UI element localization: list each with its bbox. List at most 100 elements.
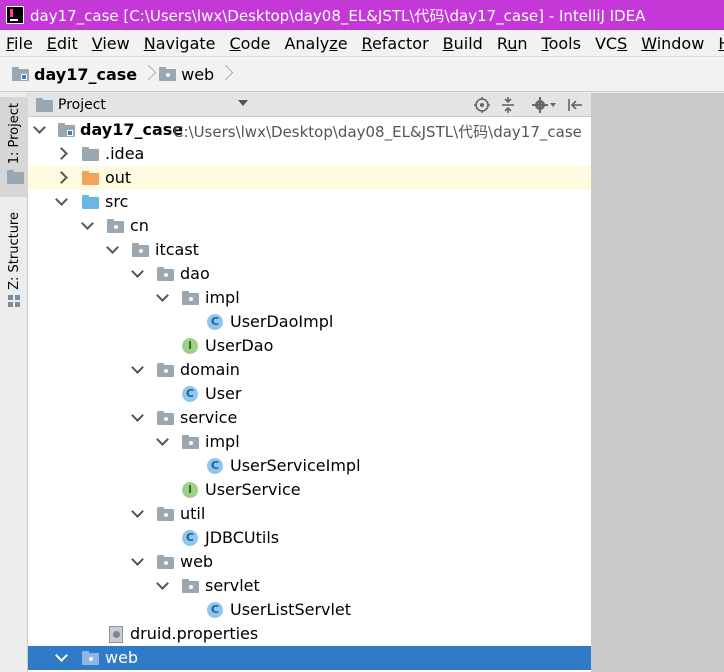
interface-icon: I: [182, 482, 198, 498]
tree-row[interactable]: C JDBCUtils: [28, 526, 591, 550]
package-icon: [157, 507, 174, 521]
chevron-down-icon[interactable]: [55, 649, 68, 662]
project-tree: day17_case C:\Users\lwx\Desktop\day08_EL…: [28, 118, 591, 670]
menu-help[interactable]: Help: [711, 34, 724, 53]
package-icon: [157, 363, 174, 377]
menu-refactor[interactable]: Refactor: [355, 34, 436, 53]
menu-build[interactable]: Build: [436, 34, 490, 53]
folder-icon: [159, 67, 177, 81]
chevron-down-icon[interactable]: [81, 217, 94, 230]
package-icon: [107, 219, 124, 233]
tree-row[interactable]: servlet: [28, 574, 591, 598]
tab-project[interactable]: 1: Project: [0, 97, 28, 197]
window-title: day17_case [C:\Users\lwx\Desktop\day08_E…: [30, 6, 646, 25]
breadcrumb-web[interactable]: web: [153, 65, 214, 84]
chevron-down-icon[interactable]: [156, 289, 169, 302]
breadcrumb: day17_case web: [0, 56, 724, 92]
module-folder-icon: [12, 67, 29, 81]
tree-row[interactable]: cn: [28, 214, 591, 238]
menu-code[interactable]: Code: [223, 34, 278, 53]
tree-row[interactable]: dao: [28, 262, 591, 286]
chevron-down-icon[interactable]: [156, 577, 169, 590]
tree-row[interactable]: C UserDaoImpl: [28, 310, 591, 334]
chevron-down-icon[interactable]: [131, 553, 144, 566]
class-icon: C: [182, 386, 198, 402]
chevron-down-icon[interactable]: [33, 121, 46, 134]
menu-vcs[interactable]: VCS: [588, 34, 634, 53]
class-icon: C: [207, 602, 223, 618]
menu-tools[interactable]: Tools: [535, 34, 588, 53]
properties-file-icon: [108, 626, 124, 643]
menu-run[interactable]: Run: [490, 34, 535, 53]
menu-edit[interactable]: Edit: [40, 34, 85, 53]
class-icon: C: [207, 314, 223, 330]
chevron-right-icon[interactable]: [55, 147, 68, 160]
chevron-down-icon[interactable]: [131, 265, 144, 278]
project-panel-header: Project: [28, 93, 591, 117]
package-icon: [182, 579, 199, 593]
web-folder-icon: [82, 651, 99, 665]
folder-icon: [82, 147, 99, 161]
menu-window[interactable]: Window: [634, 34, 711, 53]
tree-row[interactable]: impl: [28, 430, 591, 454]
structure-tab-icon: [8, 294, 20, 307]
menu-file[interactable]: File: [0, 34, 40, 53]
package-icon: [157, 267, 174, 281]
tree-row[interactable]: itcast: [28, 238, 591, 262]
tree-row[interactable]: I UserService: [28, 478, 591, 502]
tree-row[interactable]: domain: [28, 358, 591, 382]
package-icon: [132, 243, 149, 257]
locate-target-icon[interactable]: [474, 97, 490, 113]
tree-row[interactable]: web: [28, 550, 591, 574]
tree-row[interactable]: src: [28, 190, 591, 214]
tree-row[interactable]: I UserDao: [28, 334, 591, 358]
tree-row[interactable]: util: [28, 502, 591, 526]
interface-icon: I: [182, 338, 198, 354]
tree-row[interactable]: .idea: [28, 142, 591, 166]
tab-structure[interactable]: Z: Structure: [0, 208, 28, 318]
menu-navigate[interactable]: Navigate: [137, 34, 223, 53]
package-icon: [182, 435, 199, 449]
tree-row[interactable]: out: [28, 166, 591, 190]
collapse-all-icon[interactable]: [500, 97, 516, 113]
gear-icon[interactable]: [532, 97, 548, 113]
tree-row[interactable]: C UserServiceImpl: [28, 454, 591, 478]
module-folder-icon: [58, 123, 75, 137]
project-panel: Project day17_case C:\Users\lwx\Desktop\…: [28, 93, 591, 672]
package-icon: [157, 555, 174, 569]
breadcrumb-separator-icon: [143, 63, 153, 85]
chevron-down-icon[interactable]: [106, 241, 119, 254]
tree-row[interactable]: service: [28, 406, 591, 430]
editor-area: [591, 93, 724, 672]
tree-row[interactable]: C UserListServlet: [28, 598, 591, 622]
breadcrumb-separator-icon: [220, 63, 230, 85]
tree-row[interactable]: C User: [28, 382, 591, 406]
chevron-down-icon[interactable]: [131, 409, 144, 422]
tree-row[interactable]: impl: [28, 286, 591, 310]
menu-analyze[interactable]: Analyze: [277, 34, 354, 53]
chevron-down-icon[interactable]: [131, 505, 144, 518]
tool-window-strip: 1: Project Z: Structure: [0, 93, 28, 672]
chevron-right-icon[interactable]: [55, 171, 68, 184]
project-tab-icon: [7, 170, 24, 185]
chevron-down-icon[interactable]: [55, 193, 68, 206]
class-icon: C: [207, 458, 223, 474]
chevron-down-icon[interactable]: [238, 100, 248, 106]
menu-view[interactable]: View: [85, 34, 137, 53]
project-icon: [36, 98, 53, 112]
chevron-down-icon[interactable]: [131, 361, 144, 374]
source-folder-icon: [82, 195, 99, 209]
gear-dropdown-icon[interactable]: [550, 103, 556, 107]
project-view-selector[interactable]: Project: [58, 97, 106, 113]
package-icon: [157, 411, 174, 425]
hide-panel-icon[interactable]: [567, 97, 583, 113]
menu-bar: File Edit View Navigate Code Analyze Ref…: [0, 30, 724, 56]
chevron-down-icon[interactable]: [156, 433, 169, 446]
excluded-folder-icon: [82, 171, 99, 185]
breadcrumb-project[interactable]: day17_case: [0, 65, 137, 84]
tree-row-root[interactable]: day17_case C:\Users\lwx\Desktop\day08_EL…: [28, 118, 591, 142]
tree-row-selected[interactable]: web: [28, 646, 591, 670]
tree-row[interactable]: druid.properties: [28, 622, 591, 646]
class-icon: C: [182, 530, 198, 546]
title-bar: day17_case [C:\Users\lwx\Desktop\day08_E…: [0, 0, 724, 30]
